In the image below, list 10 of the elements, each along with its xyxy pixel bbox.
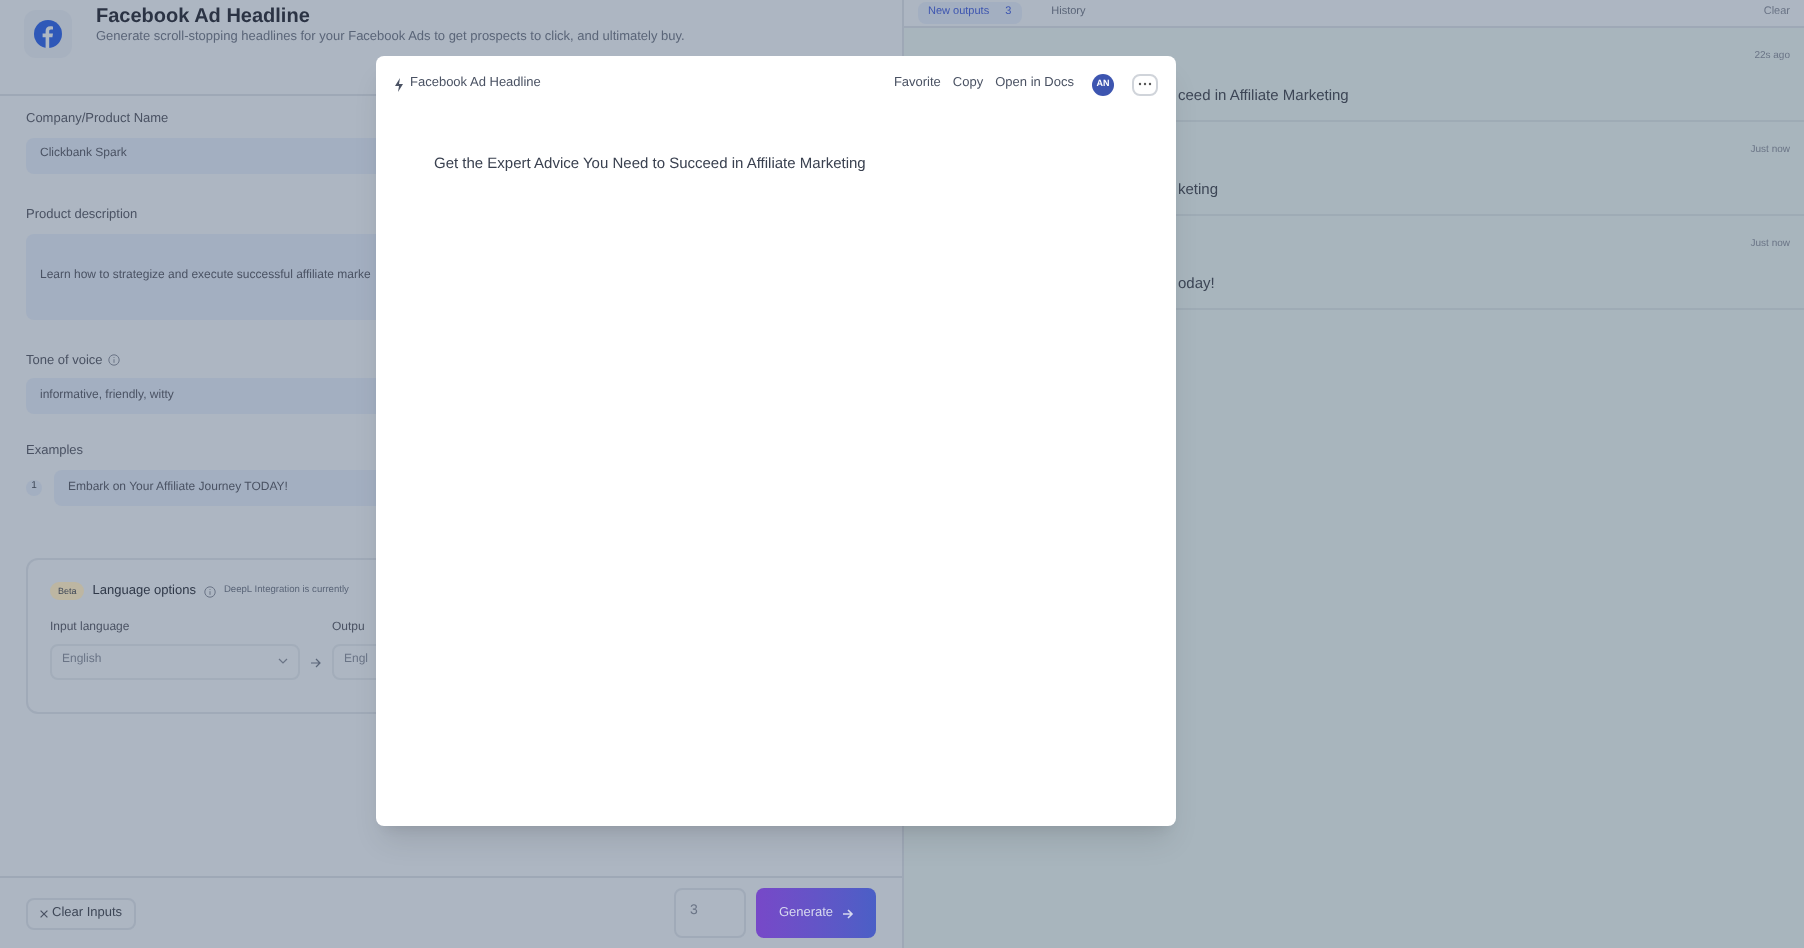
facebook-icon bbox=[34, 20, 62, 48]
more-options-button[interactable] bbox=[1132, 73, 1158, 95]
arrow-right-icon bbox=[310, 657, 322, 668]
info-icon bbox=[203, 585, 216, 598]
page-title: Facebook Ad Headline bbox=[96, 6, 312, 29]
close-icon bbox=[40, 909, 48, 917]
chevron-down-icon bbox=[278, 658, 288, 665]
info-icon bbox=[108, 354, 121, 367]
sparkle-icon bbox=[394, 77, 404, 91]
arrow-right-icon bbox=[841, 907, 854, 919]
